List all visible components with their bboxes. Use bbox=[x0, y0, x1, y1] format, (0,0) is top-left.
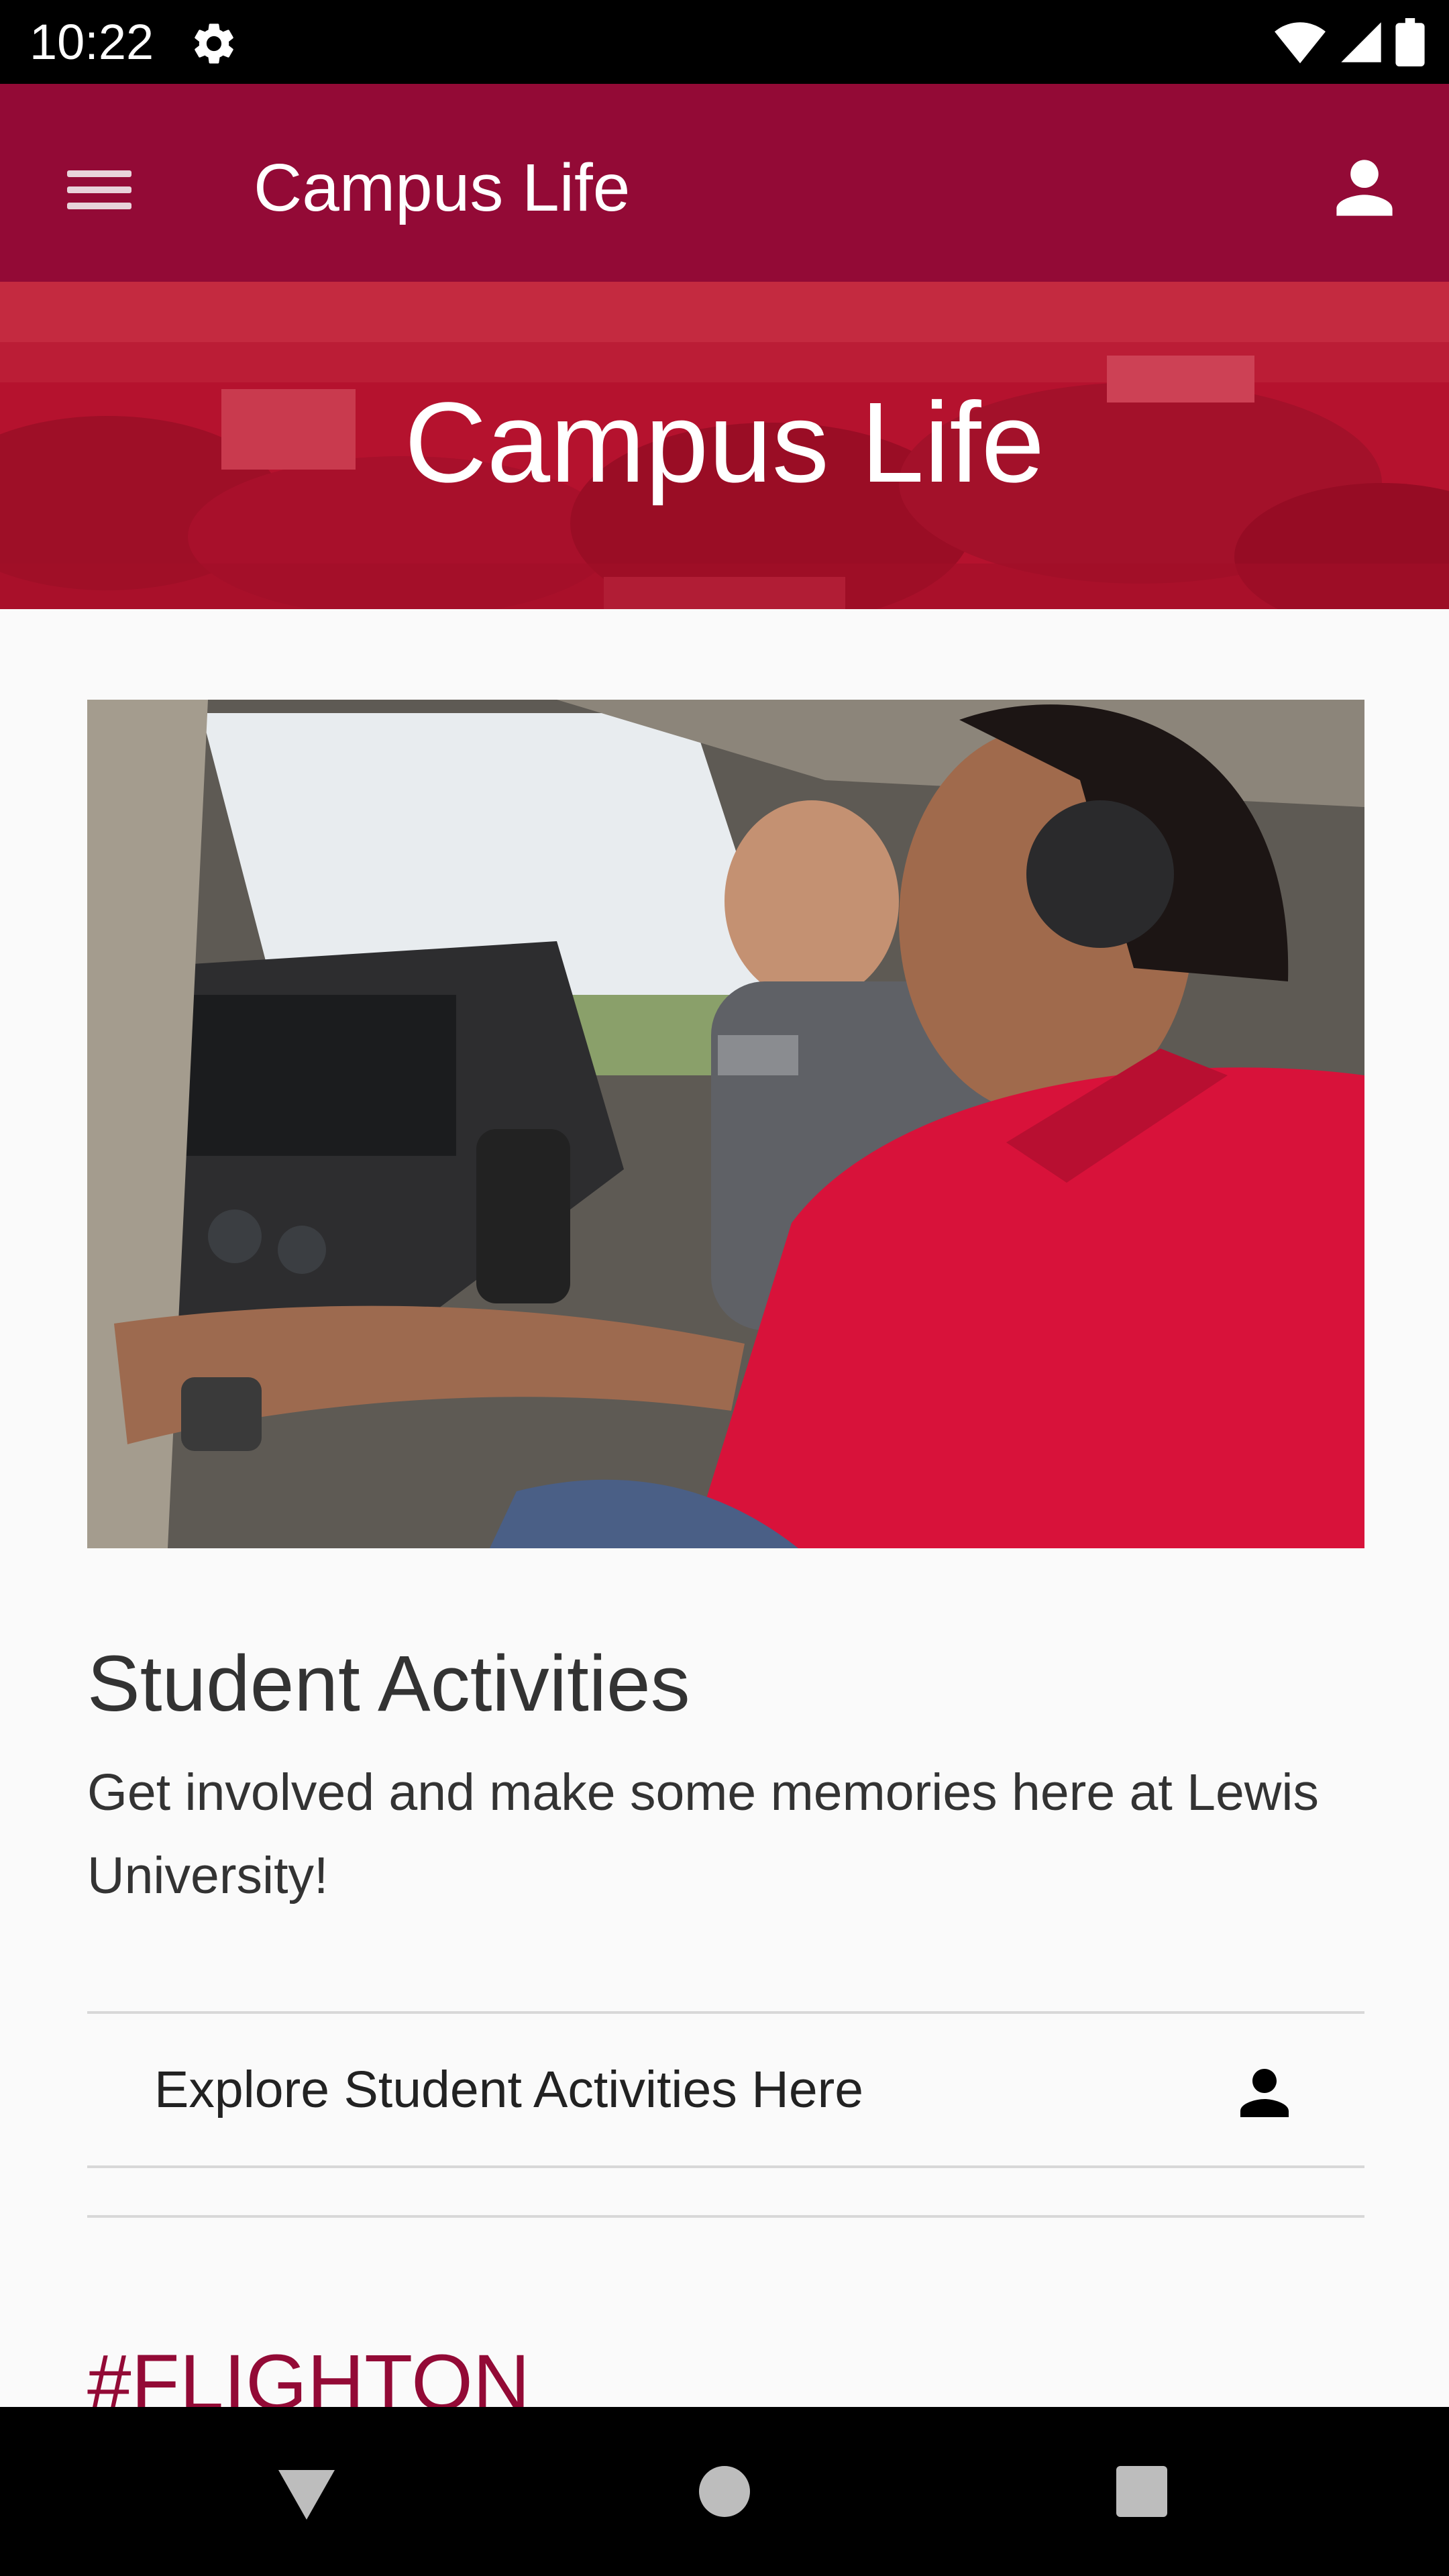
menu-button[interactable] bbox=[48, 148, 149, 228]
section-divider bbox=[87, 2215, 1364, 2218]
app-bar: Campus Life bbox=[0, 84, 1449, 282]
battery-icon bbox=[1395, 18, 1425, 66]
cockpit-photo bbox=[87, 700, 1364, 1548]
home-icon[interactable] bbox=[691, 2458, 758, 2525]
status-time: 10:22 bbox=[30, 14, 154, 70]
system-navigation-bar bbox=[0, 2407, 1449, 2576]
person-icon bbox=[1240, 2069, 1289, 2117]
status-icons bbox=[1273, 17, 1425, 67]
hamburger-menu-icon bbox=[48, 148, 149, 228]
app-bar-title: Campus Life bbox=[254, 150, 631, 225]
hero-title: Campus Life bbox=[404, 379, 1045, 506]
explore-link-label: Explore Student Activities Here bbox=[154, 2061, 864, 2118]
section-body: Get involved and make some memories here… bbox=[87, 1764, 1320, 1904]
account-button[interactable] bbox=[1318, 148, 1411, 228]
person-icon bbox=[1336, 160, 1393, 216]
recents-icon[interactable] bbox=[1108, 2458, 1175, 2525]
signal-icon bbox=[1341, 22, 1381, 62]
hero-banner: Campus Life bbox=[0, 282, 1449, 609]
status-bar: 10:22 bbox=[0, 0, 1449, 84]
activities-image bbox=[87, 700, 1364, 1548]
gear-icon bbox=[195, 23, 233, 64]
back-icon[interactable] bbox=[273, 2458, 340, 2525]
wifi-icon bbox=[1275, 22, 1326, 64]
explore-activities-link[interactable]: Explore Student Activities Here bbox=[87, 2011, 1364, 2168]
section-heading: Student Activities bbox=[87, 1640, 690, 1728]
